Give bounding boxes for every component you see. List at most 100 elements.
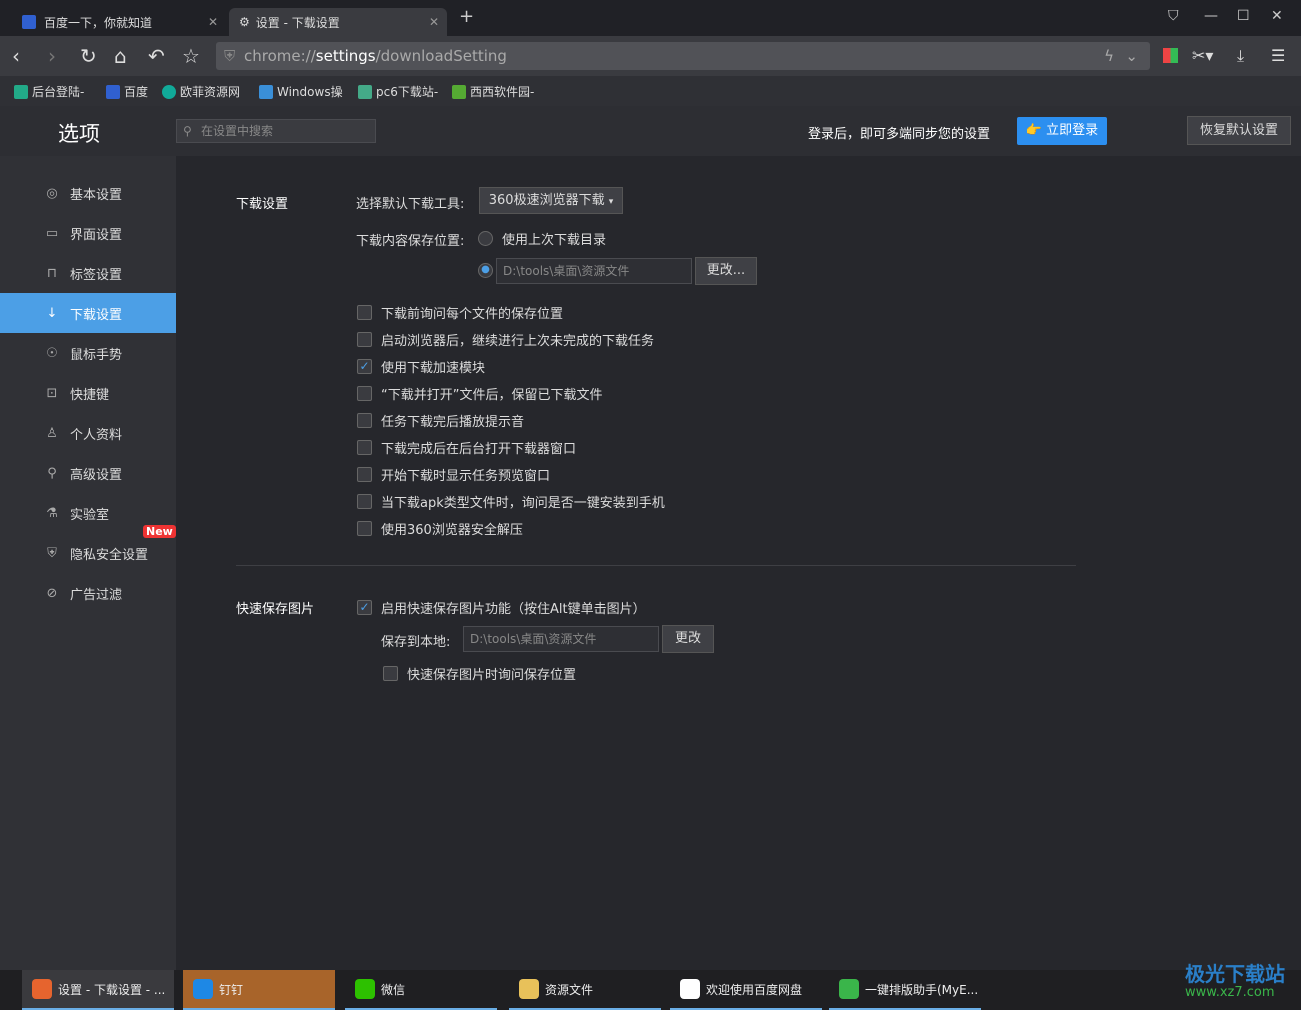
checkbox-label: 启用快速保存图片功能（按住Alt键单击图片） <box>381 602 646 617</box>
download-option[interactable]: 当下载apk类型文件时，询问是否一键安装到手机 <box>357 492 665 511</box>
taskbar-item[interactable]: 微信 <box>345 970 497 1010</box>
download-option[interactable]: 开始下载时显示任务预览窗口 <box>357 465 550 484</box>
quick-save-enable[interactable]: ✓ 启用快速保存图片功能（按住Alt键单击图片） <box>357 598 646 617</box>
checkbox[interactable] <box>357 386 372 401</box>
bookmark[interactable]: 西西软件园- <box>452 83 534 100</box>
bookmark-label: 西西软件园- <box>470 85 535 99</box>
taskbar-item[interactable]: 一键排版助手(MyE... <box>829 970 981 1010</box>
sidebar-item[interactable]: ◎ 基本设置 <box>0 173 176 213</box>
download-icon[interactable]: ⤓ <box>1237 46 1244 66</box>
radio-last-dir[interactable]: 使用上次下载目录 <box>478 229 606 248</box>
checkbox[interactable] <box>357 521 372 536</box>
sidebar-icon: ⚗ <box>46 505 58 521</box>
sidebar-item-label: 界面设置 <box>70 227 123 243</box>
bookmark[interactable]: 欧菲资源网 <box>162 83 240 100</box>
bookmark[interactable]: Windows操 <box>259 83 343 100</box>
close-icon[interactable]: ✕ <box>429 15 439 29</box>
checkbox-label: 快速保存图片时询问保存位置 <box>407 668 577 683</box>
bookmark[interactable]: 百度 <box>106 83 148 100</box>
download-option[interactable]: 下载完成后在后台打开下载器窗口 <box>357 438 576 457</box>
quick-save-change-button[interactable]: 更改 <box>662 625 714 653</box>
sidebar-item[interactable]: ⚲ 高级设置 <box>0 453 176 493</box>
checkbox[interactable] <box>357 332 372 347</box>
taskbar: 设置 - 下载设置 - ... 钉钉 微信 资源文件 欢迎使用百度网盘 一键排版助手(My… <box>0 970 1301 1010</box>
taskbar-label: 资源文件 <box>545 982 594 997</box>
checkbox-label: 启动浏览器后，继续进行上次未完成的下载任务 <box>381 334 655 349</box>
app-icon <box>839 979 859 999</box>
sidebar-item[interactable]: ⊓ 标签设置 <box>0 253 176 293</box>
forward-button[interactable]: › <box>48 44 56 68</box>
taskbar-item[interactable]: 资源文件 <box>509 970 661 1010</box>
sidebar-item[interactable]: ⊡ 快捷键 <box>0 373 176 413</box>
tool-label: 选择默认下载工具: <box>356 197 465 212</box>
checkbox[interactable]: ✓ <box>357 600 372 615</box>
restore-defaults-button[interactable]: 恢复默认设置 <box>1187 116 1291 145</box>
download-option[interactable]: 任务下载完后播放提示音 <box>357 411 524 430</box>
shirt-icon[interactable]: ⛉ <box>1168 8 1179 24</box>
scissors-icon[interactable]: ✂▾ <box>1192 46 1213 65</box>
sidebar-icon: ▭ <box>45 225 59 241</box>
reload-button[interactable]: ↻ <box>80 44 97 68</box>
address-bar[interactable]: ⛨ chrome://settings/downloadSetting ϟ ⌄ <box>216 42 1150 70</box>
taskbar-item[interactable]: 欢迎使用百度网盘 <box>670 970 822 1010</box>
undo-icon[interactable]: ↶ <box>148 44 165 68</box>
login-button[interactable]: 👉 立即登录 <box>1017 117 1107 145</box>
sidebar-item-label: 广告过滤 <box>70 587 123 603</box>
sidebar-item[interactable]: ☉ 鼠标手势 <box>0 333 176 373</box>
minimize-button[interactable]: — <box>1204 8 1218 24</box>
change-path-button[interactable]: 更改... <box>695 257 757 285</box>
checkbox[interactable] <box>357 413 372 428</box>
apps-icon[interactable] <box>1163 48 1178 63</box>
lightning-icon[interactable]: ϟ <box>1104 42 1114 70</box>
bookmark[interactable]: pc6下载站- <box>358 83 438 100</box>
download-tool-select[interactable]: 360极速浏览器下载 ▾ <box>479 187 623 214</box>
menu-icon[interactable]: ☰ <box>1271 46 1285 65</box>
checkbox[interactable] <box>357 305 372 320</box>
save-location-label: 下载内容保存位置: <box>356 234 465 249</box>
sidebar-item[interactable]: ▭ 界面设置 <box>0 213 176 253</box>
download-path-input[interactable]: D:\tools\桌面\资源文件 <box>496 258 692 284</box>
sidebar-icon: ⊓ <box>46 265 58 281</box>
gear-icon: ⚙ <box>239 15 250 29</box>
bookmark-label: 百度 <box>124 85 149 99</box>
chevron-down-icon[interactable]: ⌄ <box>1125 42 1138 70</box>
close-window-button[interactable]: ✕ <box>1271 8 1283 24</box>
back-button[interactable]: ‹ <box>12 44 20 68</box>
bookmark[interactable]: 后台登陆- <box>14 83 84 100</box>
download-option[interactable]: ✓ 使用下载加速模块 <box>357 357 485 376</box>
app-icon <box>32 979 52 999</box>
download-option[interactable]: 启动浏览器后，继续进行上次未完成的下载任务 <box>357 330 654 349</box>
download-option[interactable]: “下载并打开”文件后，保留已下载文件 <box>357 384 602 403</box>
tab-settings[interactable]: ⚙ 设置 - 下载设置 ✕ <box>229 8 447 36</box>
new-badge: New <box>143 525 176 538</box>
checkbox-label: “下载并打开”文件后，保留已下载文件 <box>381 388 603 403</box>
download-option[interactable]: 使用360浏览器安全解压 <box>357 519 523 538</box>
checkbox[interactable]: ✓ <box>357 359 372 374</box>
download-option[interactable]: 下载前询问每个文件的保存位置 <box>357 303 563 322</box>
sidebar-item-label: 鼠标手势 <box>70 347 123 363</box>
close-icon[interactable]: ✕ <box>208 15 218 29</box>
sidebar-item[interactable]: ⛨ 隐私安全设置 <box>0 533 176 573</box>
home-button[interactable]: ⌂ <box>114 44 127 68</box>
radio-custom-dir[interactable]: ● <box>478 263 493 278</box>
checkbox[interactable] <box>357 467 372 482</box>
sidebar-item[interactable]: ⊘ 广告过滤 <box>0 573 176 613</box>
star-icon[interactable]: ☆ <box>182 44 200 68</box>
radio[interactable] <box>478 231 493 246</box>
checkbox[interactable] <box>383 666 398 681</box>
checkbox-label: 下载完成后在后台打开下载器窗口 <box>381 442 577 457</box>
checkbox[interactable] <box>357 494 372 509</box>
settings-search-input[interactable]: ⚲ 在设置中搜索 <box>176 119 376 143</box>
maximize-button[interactable]: ☐ <box>1237 8 1250 24</box>
quick-save-ask[interactable]: 快速保存图片时询问保存位置 <box>383 664 576 683</box>
sidebar-item[interactable]: ♙ 个人资料 <box>0 413 176 453</box>
quick-save-path-input[interactable]: D:\tools\桌面\资源文件 <box>463 626 659 652</box>
sidebar: ◎ 基本设置 ▭ 界面设置 ⊓ 标签设置 ↓ 下载设置 ☉ 鼠标手势 ⊡ 快捷键 ♙ 个人资料 ⚲ 高级设置 ⚗… <box>0 156 176 970</box>
checkbox[interactable] <box>357 440 372 455</box>
taskbar-item[interactable]: 钉钉 <box>183 970 335 1010</box>
tab-baidu[interactable]: 百度一下，你就知道 ✕ <box>12 8 226 36</box>
new-tab-button[interactable]: + <box>459 6 474 27</box>
radio[interactable]: ● <box>478 263 493 278</box>
taskbar-item[interactable]: 设置 - 下载设置 - ... <box>22 970 174 1010</box>
sidebar-item[interactable]: ↓ 下载设置 <box>0 293 176 333</box>
